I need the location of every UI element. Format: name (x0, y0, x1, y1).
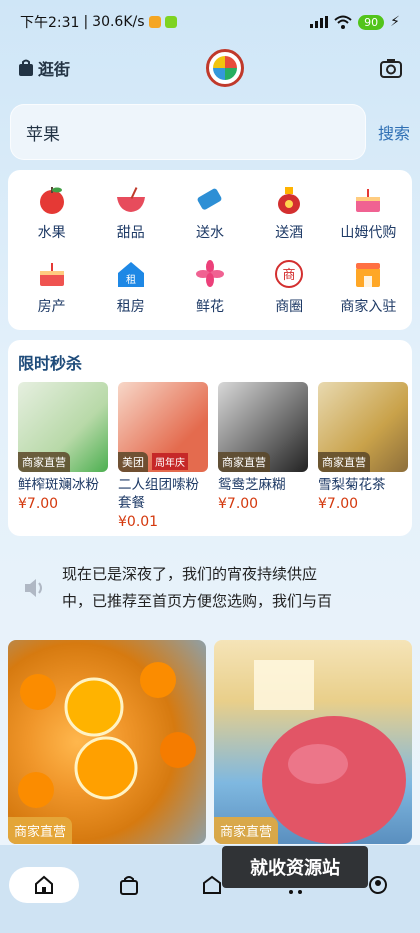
product-image: 商家直营 (18, 382, 108, 472)
tab-shop[interactable] (96, 867, 162, 903)
product-tag: 商家直营 (8, 817, 73, 844)
mall-icon: 商 (273, 258, 305, 290)
category-water[interactable]: 送水 (170, 176, 249, 250)
dessert-icon (115, 184, 147, 216)
category-liquor[interactable]: 送酒 (250, 176, 329, 250)
product-price: ¥7.00 (18, 496, 59, 512)
product-name: 雪梨菊花茶 (318, 477, 386, 493)
home-icon (34, 875, 53, 894)
store-icon (352, 258, 384, 290)
product-price: ¥7.00 (318, 496, 359, 512)
product-price: ¥0.01 (118, 514, 159, 530)
product-tag: 商家直营 (218, 452, 270, 472)
category-rent[interactable]: 租 租房 (91, 250, 170, 324)
apple-image (254, 660, 406, 844)
product-name: 鲜榨斑斓冰粉 (18, 477, 99, 493)
app-notification-icon (164, 16, 177, 28)
product-price: ¥7.00 (218, 496, 259, 512)
flash-item[interactable]: 商家直营 鸳鸯芝麻糊 ¥7.00 (218, 382, 310, 530)
signal-icon (310, 16, 329, 28)
product-name: 二人组团嗦粉套餐 (118, 477, 199, 511)
search-button[interactable]: 搜索 (378, 120, 410, 144)
status-bar: 下午2:31 | 30.6K/s 90 ⚡ (0, 0, 420, 44)
promo-banner: 周年庆 (152, 453, 188, 470)
category-mall[interactable]: 商 商圈 (250, 250, 329, 324)
category-flowers[interactable]: 鲜花 (170, 250, 249, 324)
charging-icon: ⚡ (390, 14, 400, 30)
product-tag: 美团 (118, 452, 148, 472)
profile-icon (369, 876, 388, 894)
water-ticket-icon (194, 184, 226, 216)
cake-icon (352, 184, 384, 216)
top-bar: 逛街 (0, 46, 420, 90)
flash-sale-list: 商家直营 鲜榨斑斓冰粉 ¥7.00 美团 周年庆 二人组团嗦粉套餐 ¥0.01 … (18, 382, 408, 530)
notification-icon (148, 16, 161, 28)
category-grid: 水果 甜品 送水 送酒 山姆代购 房产 租 租房 鲜花 商 商圈 商家入驻 (8, 170, 412, 330)
logo-mark (213, 56, 237, 80)
feed-card[interactable]: 商家直营 (214, 640, 412, 844)
notice-line: 中，已推荐至首页方便您选购，我们与百 (62, 592, 333, 610)
category-label: 商家入驻 (340, 299, 397, 315)
shopping-bag-icon (119, 876, 138, 895)
product-image: 美团 周年庆 (118, 382, 208, 472)
status-time: 下午2:31 (20, 15, 80, 31)
shopping-bag-icon (19, 59, 33, 76)
product-tag: 商家直营 (18, 452, 70, 472)
flash-sale-section: 限时秒杀 商家直营 鲜榨斑斓冰粉 ¥7.00 美团 周年庆 二人组团嗦粉套餐 ¥… (8, 340, 412, 536)
category-realestate[interactable]: 房产 (12, 250, 91, 324)
category-dessert[interactable]: 甜品 (91, 176, 170, 250)
status-right: 90 ⚡ (310, 14, 400, 30)
product-tag: 商家直营 (214, 817, 279, 844)
search-input[interactable]: 苹果 (10, 104, 366, 160)
house-cake-icon (36, 258, 68, 290)
category-fruit[interactable]: 水果 (12, 176, 91, 250)
category-label: 水果 (37, 225, 66, 241)
apple-icon (36, 184, 68, 216)
svg-text:租: 租 (126, 273, 136, 286)
category-label: 商圈 (275, 299, 304, 315)
shopping-label: 逛街 (38, 60, 71, 79)
status-left: 下午2:31 | 30.6K/s (20, 12, 177, 32)
watermark: 就收资源站 (222, 846, 368, 888)
feed-card[interactable]: 商家直营 (8, 640, 206, 844)
product-name: 鸳鸯芝麻糊 (218, 477, 286, 493)
category-label: 送水 (195, 225, 224, 241)
tab-home[interactable] (8, 867, 79, 903)
product-image: 商家直营 (318, 382, 408, 472)
status-speed: 30.6K/s (92, 14, 145, 30)
flash-item[interactable]: 商家直营 鲜榨斑斓冰粉 ¥7.00 (18, 382, 110, 530)
building-icon (202, 875, 221, 894)
oranges-image (18, 662, 196, 808)
wifi-icon (334, 15, 352, 29)
notice-bar: 现在已是深夜了，我们的宵夜持续供应 中，已推荐至首页方便您选购，我们与百 (8, 548, 412, 628)
product-image: 商家直营 (218, 382, 308, 472)
battery-icon: 90 (358, 14, 385, 30)
category-label: 甜品 (116, 225, 145, 241)
notice-line: 现在已是深夜了，我们的宵夜持续供应 (62, 565, 318, 583)
notice-text: 现在已是深夜了，我们的宵夜持续供应 中，已推荐至首页方便您选购，我们与百 (62, 561, 332, 615)
product-feed: 商家直营 商家直营 (8, 640, 412, 844)
camera-icon[interactable] (379, 58, 402, 78)
flash-item[interactable]: 美团 周年庆 二人组团嗦粉套餐 ¥0.01 (118, 382, 210, 530)
category-label: 送酒 (275, 225, 304, 241)
product-tag: 商家直营 (318, 452, 370, 472)
rent-icon: 租 (115, 258, 147, 290)
shopping-link[interactable]: 逛街 (18, 56, 70, 80)
liquor-icon (273, 184, 305, 216)
search-row: 苹果 搜索 (10, 104, 410, 160)
category-label: 山姆代购 (340, 225, 397, 241)
status-separator: | (83, 14, 89, 30)
flash-sale-title: 限时秒杀 (18, 354, 83, 373)
category-label: 房产 (37, 299, 66, 315)
category-label: 鲜花 (195, 299, 224, 315)
category-sams[interactable]: 山姆代购 (329, 176, 408, 250)
flower-icon (194, 258, 226, 290)
flash-item[interactable]: 商家直营 雪梨菊花茶 ¥7.00 (318, 382, 410, 530)
category-label: 租房 (116, 299, 145, 315)
category-merchant-join[interactable]: 商家入驻 (329, 250, 408, 324)
speaker-icon (25, 579, 42, 597)
app-logo (206, 49, 244, 87)
svg-text:商: 商 (283, 268, 296, 283)
